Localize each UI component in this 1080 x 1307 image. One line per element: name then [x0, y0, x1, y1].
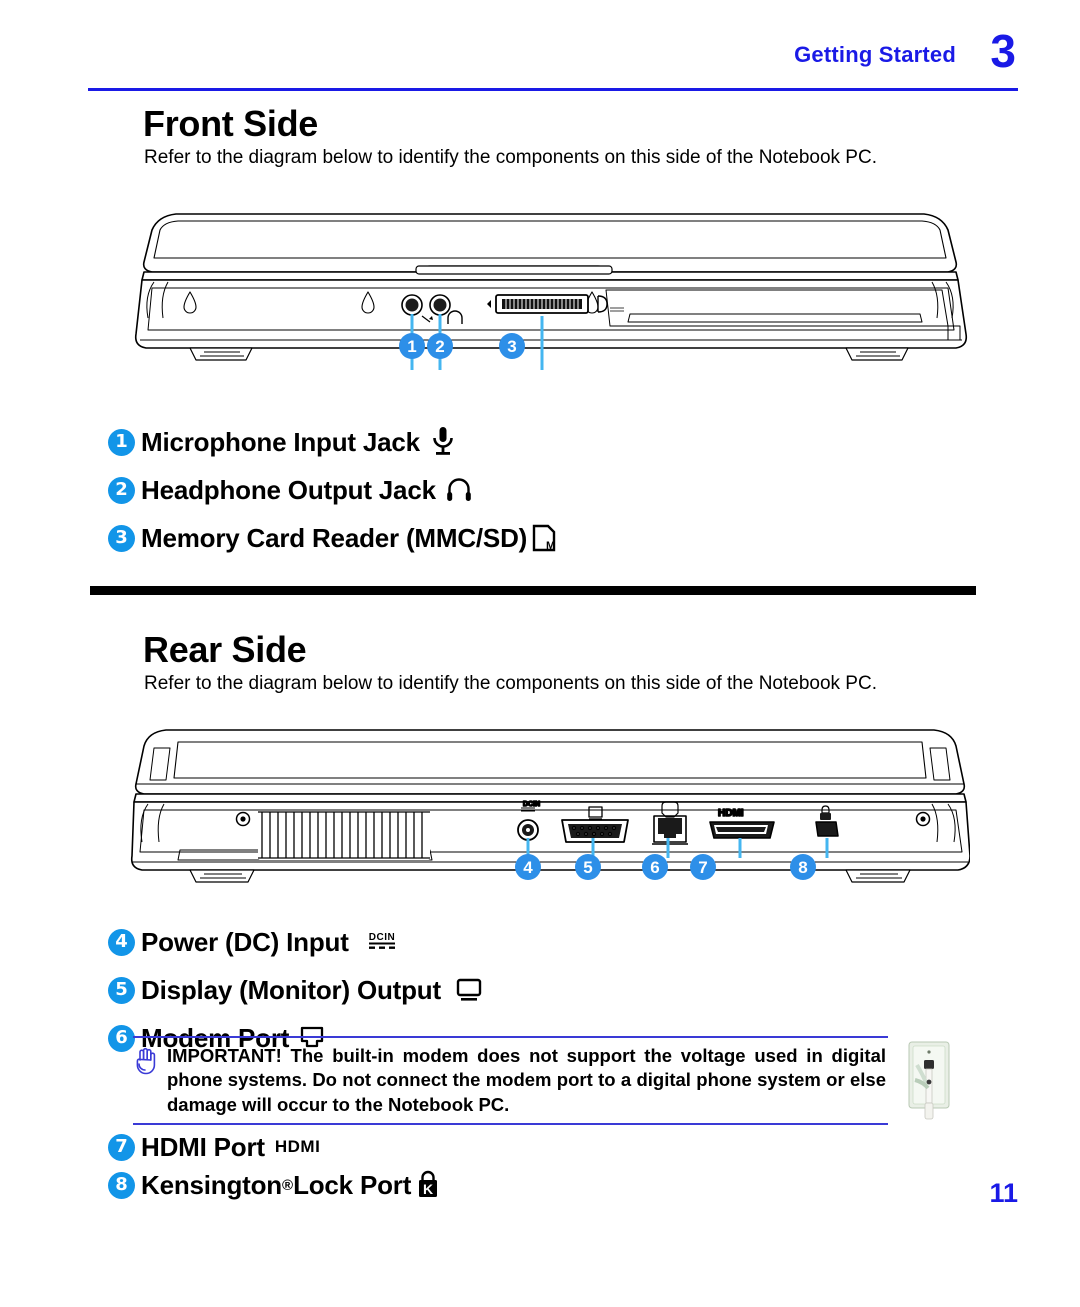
svg-text:8: 8	[798, 858, 807, 877]
bullet-number-2: 2	[108, 476, 135, 504]
front-callout-3: 3	[498, 332, 526, 365]
feature-microphone-input-jack: 1 Microphone Input Jack	[108, 418, 558, 466]
note-text: IMPORTANT! The built-in modem does not s…	[167, 1045, 886, 1115]
feature-label: Power (DC) Input	[141, 926, 349, 957]
feature-power-dc-input: 4 Power (DC) Input DCIN	[108, 918, 483, 966]
bullet-number-1: 1	[108, 428, 135, 456]
chapter-number: 3	[990, 25, 1016, 77]
front-side-title: Front Side	[143, 103, 318, 144]
rear-leader-lines	[526, 838, 829, 858]
feature-label: Microphone Input Jack	[141, 426, 420, 457]
svg-text:K: K	[423, 1181, 433, 1197]
section-divider	[90, 586, 976, 595]
important-note: IMPORTANT! The built-in modem does not s…	[133, 1036, 888, 1126]
feature-memory-card-reader: 3 Memory Card Reader (MMC/SD) M	[108, 514, 558, 562]
chapter-title: Getting Started	[794, 42, 956, 67]
dcin-icon: DCIN	[365, 929, 399, 955]
note-rule-bottom	[133, 1123, 888, 1126]
feature-label: HDMI Port	[141, 1131, 265, 1162]
feature-kensington-lock-port: 8 Kensington ® Lock Port K	[108, 1166, 441, 1204]
front-callout-1: 1	[398, 332, 426, 365]
wall-phone-jack-photo	[900, 1036, 958, 1124]
feature-hdmi-port: 7 HDMI Port HDMI	[108, 1128, 441, 1166]
bullet-number-3: 3	[108, 524, 135, 552]
stop-hand-icon	[133, 1044, 167, 1117]
rear-callout-4: 4	[514, 853, 542, 886]
rear-side-title: Rear Side	[143, 629, 307, 670]
feature-label: Display (Monitor) Output	[141, 974, 441, 1005]
hdmi-icon: HDMI	[274, 1137, 321, 1156]
rear-callout-5: 5	[574, 853, 602, 886]
rear-side-diagram: DCIN HDMI	[130, 718, 971, 898]
feature-headphone-output-jack: 2 Headphone Output Jack	[108, 466, 558, 514]
svg-text:DCIN: DCIN	[523, 801, 540, 808]
feature-display-monitor-output: 5 Display (Monitor) Output	[108, 966, 483, 1014]
feature-label: Kensington	[141, 1169, 282, 1200]
registered-trademark: ®	[282, 1176, 294, 1194]
memory-card-icon: M	[531, 522, 558, 554]
rear-callout-8: 8	[789, 853, 817, 886]
microphone-icon	[430, 426, 456, 458]
svg-text:HDMI: HDMI	[718, 808, 744, 819]
rear-side-description: Refer to the diagram below to identify t…	[144, 673, 877, 694]
rear-callout-7: 7	[689, 853, 717, 886]
svg-text:4: 4	[523, 858, 533, 877]
front-side-description: Refer to the diagram below to identify t…	[144, 147, 877, 168]
svg-text:5: 5	[583, 858, 592, 877]
front-feature-list: 1 Microphone Input Jack 2 Headphone Outp…	[108, 418, 558, 562]
feature-label: Headphone Output Jack	[141, 474, 436, 505]
header-rule	[88, 88, 1018, 91]
rear-callout-6: 6	[641, 853, 669, 886]
front-callout-group	[410, 314, 544, 335]
headphone-icon	[446, 476, 472, 504]
svg-text:2: 2	[435, 337, 444, 356]
bullet-number-6: 6	[108, 1024, 135, 1052]
rear-feature-list-bottom: 7 HDMI Port HDMI 8 Kensington ® Lock Port…	[108, 1128, 441, 1204]
svg-text:7: 7	[698, 858, 707, 877]
svg-text:M: M	[546, 540, 555, 552]
kensington-lock-icon: K	[415, 1170, 441, 1200]
monitor-icon	[455, 977, 483, 1003]
page-header: Getting Started 3	[88, 28, 1018, 94]
bullet-number-4: 4	[108, 928, 135, 956]
page-number: 11	[989, 1178, 1018, 1208]
feature-label-suffix: Lock Port	[293, 1169, 412, 1200]
feature-label: Memory Card Reader (MMC/SD)	[141, 522, 528, 553]
svg-text:1: 1	[407, 337, 416, 356]
svg-text:3: 3	[507, 337, 516, 356]
svg-text:DCIN: DCIN	[368, 932, 394, 943]
bullet-number-8: 8	[108, 1171, 135, 1199]
front-callout-2: 2	[426, 332, 454, 365]
bullet-number-5: 5	[108, 976, 135, 1004]
bullet-number-7: 7	[108, 1133, 135, 1161]
svg-text:6: 6	[650, 858, 659, 877]
